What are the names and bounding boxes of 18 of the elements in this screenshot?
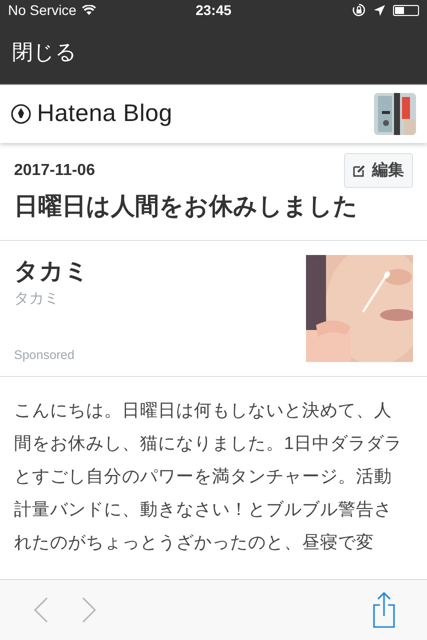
battery-icon [393, 4, 419, 16]
edit-button[interactable]: 編集 [344, 153, 413, 188]
post-title: 日曜日は人間をお休みしました [14, 192, 359, 222]
share-icon[interactable] [373, 592, 395, 628]
carrier-label: No Service [8, 2, 76, 18]
pen-nib-icon [11, 104, 31, 124]
sponsored-label: Sponsored [14, 348, 76, 362]
edit-icon [353, 164, 366, 177]
close-button[interactable]: 閉じる [12, 38, 77, 66]
article-paragraph: こんにちは。日曜日は何もしないと決めて、人間をお休みし、猫になりました。1日中ダラダラとすごし自分のパワーを満タンチャージ。活動計量バンドに、動きなさい！とブルブル警告されたのがちょっとうざかったのと、昼寝で変 [14, 399, 403, 554]
ad-advertiser: タカミ [14, 289, 60, 308]
wifi-icon [82, 4, 96, 16]
clock-time: 23:45 [194, 2, 232, 18]
ad-title[interactable]: タカミ [14, 255, 89, 287]
rotation-lock-icon [352, 3, 366, 17]
blog-logo[interactable]: Hatena Blog [37, 100, 172, 128]
post-date: 2017-11-06 [14, 162, 95, 180]
location-arrow-icon [374, 4, 385, 16]
